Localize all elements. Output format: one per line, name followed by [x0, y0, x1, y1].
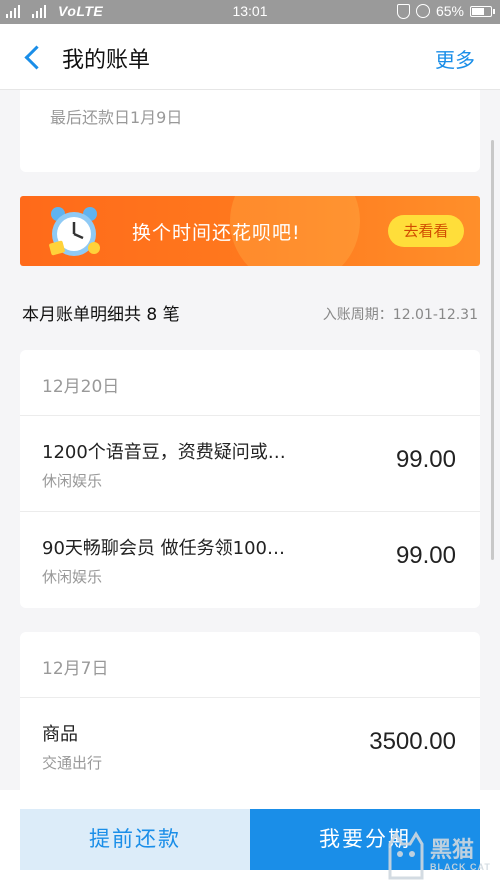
item-amount: 99.00 — [395, 446, 456, 473]
item-name: 商品 — [42, 724, 78, 745]
status-bar: VoLTE 13:01 65% — [0, 0, 500, 24]
battery-icon — [470, 5, 495, 17]
item-amount: 99.00 — [395, 542, 456, 569]
watermark-text: 黑猫 — [430, 838, 475, 863]
watermark: 黑猫 BLACK CAT — [384, 828, 494, 884]
banner-text: 换个时间还花呗吧! — [132, 222, 301, 244]
last-payment-card: 最后还款日1月9日 — [20, 90, 480, 172]
item-name: 1200个语音豆，资费疑问或… — [42, 442, 286, 463]
rotation-lock-icon — [415, 4, 430, 18]
bill-group: 12月7日 商品 交通出行 3500.00 — [20, 632, 480, 812]
promo-banner[interactable]: 换个时间还花呗吧! 去看看 — [20, 196, 480, 266]
last-payment-date: 最后还款日1月9日 — [50, 108, 183, 127]
scrollbar[interactable] — [491, 140, 494, 560]
cat-logo-icon — [388, 831, 424, 880]
list-item[interactable]: 商品 交通出行 3500.00 — [20, 698, 480, 794]
billing-period: 入账周期：12.01-12.31 — [322, 307, 478, 323]
alarm-clock-icon — [49, 207, 100, 256]
shield-icon — [396, 3, 410, 19]
prepay-button[interactable]: 提前还款 — [20, 809, 250, 870]
bill-group: 12月20日 1200个语音豆，资费疑问或… 休闲娱乐 99.00 90天畅聊会… — [20, 350, 480, 608]
nav-bar: 我的账单 更多 — [0, 24, 500, 90]
page-title: 我的账单 — [62, 48, 151, 73]
more-button[interactable]: 更多 — [435, 44, 475, 73]
item-category: 休闲娱乐 — [42, 568, 103, 586]
group-date-header: 12月7日 — [20, 632, 480, 698]
list-item[interactable]: 90天畅聊会员 做任务领100… 休闲娱乐 99.00 — [20, 512, 480, 608]
watermark-subtext: BLACK CAT — [430, 862, 491, 872]
bill-summary: 本月账单明细共 8 笔 — [22, 305, 180, 325]
battery-percent: 65% — [435, 3, 464, 19]
list-item[interactable]: 1200个语音豆，资费疑问或… 休闲娱乐 99.00 — [20, 416, 480, 512]
item-category: 交通出行 — [42, 754, 103, 772]
item-name: 90天畅聊会员 做任务领100… — [42, 538, 285, 559]
group-date: 12月20日 — [42, 377, 120, 397]
item-amount: 3500.00 — [369, 728, 456, 755]
banner-go-button[interactable]: 去看看 — [388, 215, 464, 247]
chevron-left-icon[interactable] — [22, 44, 44, 70]
item-category: 休闲娱乐 — [42, 472, 103, 490]
group-date: 12月7日 — [42, 659, 109, 679]
status-right: 65% — [396, 3, 495, 19]
group-date-header: 12月20日 — [20, 350, 480, 416]
